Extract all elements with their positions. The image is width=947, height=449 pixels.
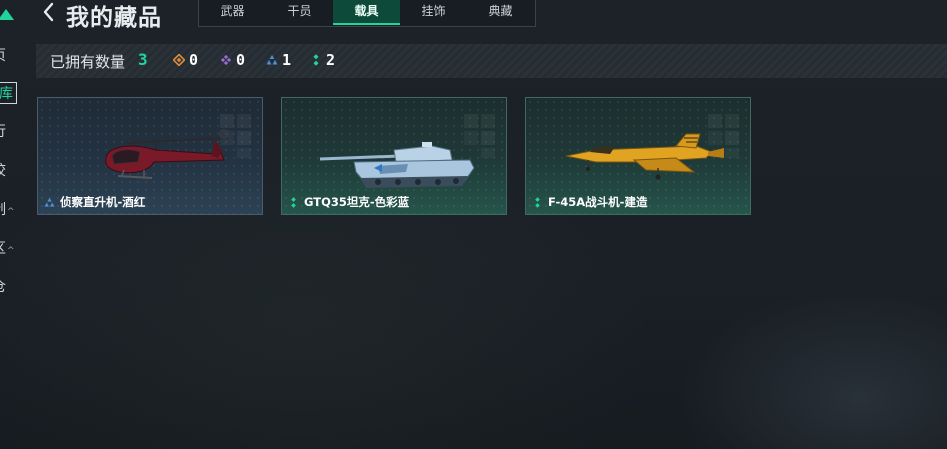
vehicle-card-fighter-jet[interactable]: F-45A战斗机-建造 (525, 97, 751, 215)
nav-item-0[interactable]: 页 (0, 45, 6, 65)
logo-triangle-icon (0, 9, 14, 20)
vehicle-name: 侦察直升机-酒红 (60, 195, 146, 209)
page-title: 我的藏品 (66, 5, 162, 31)
tab-operators[interactable]: 干员 (266, 0, 333, 25)
left-nav: 页 库 行 绞 制^ 区^ 仓 (0, 0, 30, 449)
green-dots-icon (291, 196, 296, 208)
tab-charms[interactable]: 挂饰 (400, 0, 467, 25)
owned-total: 3 (138, 50, 148, 69)
category-tabs: 武器 干员 载具 挂饰 典藏 (198, 0, 536, 27)
card-label: 侦察直升机-酒红 (44, 194, 145, 210)
orange-diamond-icon (173, 54, 185, 66)
rarity-count-orange: 0 (173, 51, 198, 69)
vehicle-name: GTQ35坦克-色彩蓝 (304, 195, 410, 209)
card-label: F-45A战斗机-建造 (532, 194, 647, 210)
nav-item-3[interactable]: 绞 (0, 160, 6, 180)
nav-item-collection[interactable]: 库 (0, 82, 17, 104)
card-label: GTQ35坦克-色彩蓝 (288, 194, 409, 210)
blue-triangle-icon (266, 55, 278, 65)
green-dots-icon (535, 196, 540, 208)
tab-vehicles[interactable]: 载具 (333, 0, 400, 25)
nav-item-2[interactable]: 行 (0, 121, 6, 141)
expand-caret-icon: ^ (7, 207, 15, 217)
vehicle-name: F-45A战斗机-建造 (548, 195, 648, 209)
rarity-count-green: 2 (310, 51, 335, 69)
purple-diamond-icon (220, 54, 232, 66)
vehicle-card-tank[interactable]: GTQ35坦克-色彩蓝 (281, 97, 507, 215)
green-dots-icon (313, 54, 319, 66)
blue-triangle-icon (44, 197, 55, 207)
vehicle-card-helicopter[interactable]: 侦察直升机-酒红 (37, 97, 263, 215)
nav-item-5[interactable]: 区^ (0, 238, 15, 258)
owned-count-label: 已拥有数量 (50, 53, 126, 71)
tab-collection[interactable]: 典藏 (467, 0, 534, 25)
tab-weapons[interactable]: 武器 (199, 0, 266, 25)
nav-item-6[interactable]: 仓 (0, 276, 6, 296)
rarity-count-purple: 0 (220, 51, 245, 69)
nav-item-4[interactable]: 制^ (0, 199, 15, 219)
owned-count-bar: 已拥有数量 3 0 0 1 2 (36, 44, 947, 78)
expand-caret-icon: ^ (7, 246, 15, 256)
rarity-count-blue: 1 (266, 51, 291, 69)
back-chevron-icon[interactable] (42, 2, 54, 22)
